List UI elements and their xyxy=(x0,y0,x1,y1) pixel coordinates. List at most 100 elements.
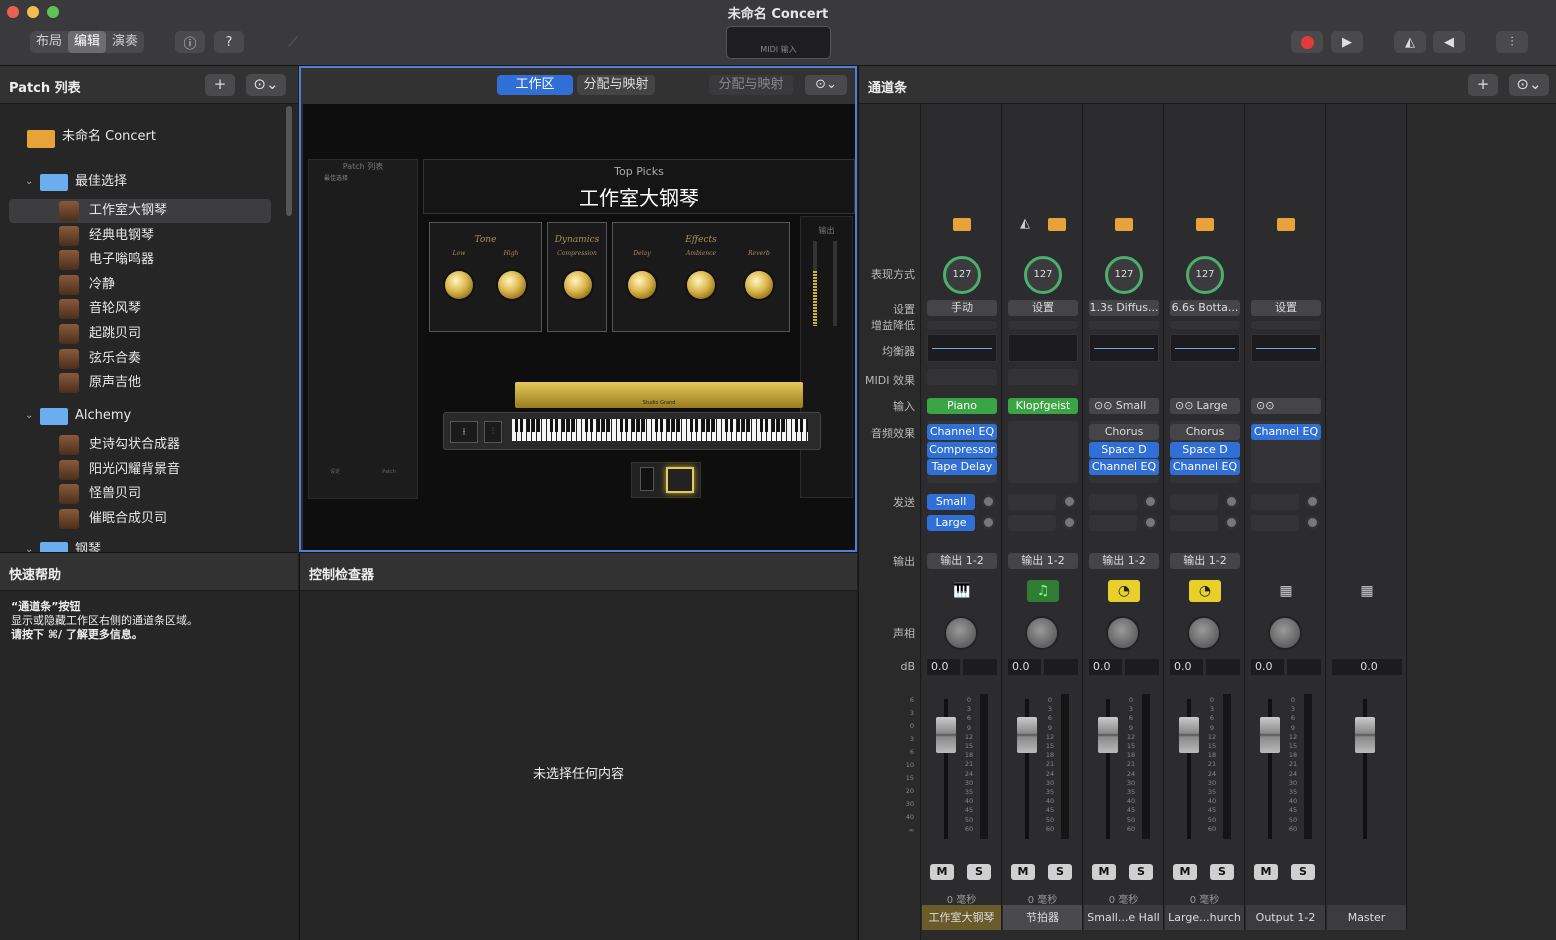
channel-name[interactable]: 节拍器 xyxy=(1003,905,1082,930)
audio-fx-slot[interactable]: Space D xyxy=(1089,441,1159,458)
send-level-knob[interactable] xyxy=(1306,516,1319,529)
mute-button[interactable]: M xyxy=(930,864,954,880)
input-slot[interactable]: Piano xyxy=(927,398,997,414)
volume-fader[interactable] xyxy=(1260,699,1280,839)
patch-item[interactable]: 起跳贝司 xyxy=(0,322,278,346)
folder-icon[interactable] xyxy=(1115,218,1133,231)
midi-fx-slot[interactable] xyxy=(927,369,997,385)
patch-item[interactable]: 怪兽贝司 xyxy=(0,482,278,506)
folder-icon[interactable] xyxy=(1048,218,1066,231)
channel-options-button[interactable]: ⊙⌄ xyxy=(1509,74,1549,96)
volume-db-readout[interactable]: 0.0 xyxy=(1251,659,1284,675)
high-knob[interactable] xyxy=(498,271,526,299)
send-slot[interactable] xyxy=(1008,494,1056,510)
track-icon[interactable]: ◔ xyxy=(1189,580,1221,602)
gain-knob[interactable]: 127 xyxy=(1105,256,1143,294)
audio-fx-slot[interactable]: Channel EQ xyxy=(927,424,997,440)
workspace-options-button[interactable]: ⊙⌄ xyxy=(805,75,847,95)
tab-workspace[interactable]: 工作区 xyxy=(497,75,573,95)
audio-fx-slot[interactable]: Space D xyxy=(1170,441,1240,458)
volume-fader[interactable] xyxy=(936,699,956,839)
audio-fx-slot[interactable]: Channel EQ xyxy=(1170,459,1240,475)
solo-button[interactable]: S xyxy=(1210,864,1234,880)
mode-perform[interactable]: 演奏 xyxy=(106,31,144,53)
mute-button[interactable]: M xyxy=(1011,864,1035,880)
patch-item[interactable]: 史诗勾状合成器 xyxy=(0,433,278,457)
output-slot[interactable]: 输出 1-2 xyxy=(1089,553,1159,569)
send-slot[interactable]: Large xyxy=(927,515,975,531)
patch-item[interactable]: 阳光闪耀背景音 xyxy=(0,458,278,482)
volume-fader[interactable] xyxy=(1355,699,1375,839)
volume-db-readout[interactable]: 0.0 xyxy=(927,659,960,675)
channel-name[interactable]: Small...e Hall xyxy=(1084,905,1163,930)
mode-edit[interactable]: 编辑 xyxy=(68,31,107,53)
pedal-unit[interactable] xyxy=(631,462,701,498)
volume-fader[interactable] xyxy=(1017,699,1037,839)
volume-db-readout[interactable]: 0.0 xyxy=(1008,659,1041,675)
send-slot[interactable] xyxy=(1089,515,1137,531)
solo-button[interactable]: S xyxy=(1129,864,1153,880)
concert-row[interactable]: 未命名 Concert xyxy=(24,125,278,149)
send-slot[interactable] xyxy=(1170,494,1218,510)
mute-button[interactable]: M xyxy=(1173,864,1197,880)
folder-icon[interactable] xyxy=(953,218,971,231)
send-slot[interactable] xyxy=(1251,515,1299,531)
send-slot[interactable] xyxy=(1251,494,1299,510)
add-patch-button[interactable]: + xyxy=(205,74,235,96)
ambience-knob[interactable] xyxy=(687,271,715,299)
patch-item[interactable]: 经典电钢琴 xyxy=(0,224,278,248)
send-level-knob[interactable] xyxy=(982,495,995,508)
midi-fx-slot[interactable] xyxy=(1008,369,1078,385)
pan-knob[interactable] xyxy=(1025,616,1059,650)
volume-fader[interactable] xyxy=(1098,699,1118,839)
folder-icon[interactable] xyxy=(1277,218,1295,231)
pan-knob[interactable] xyxy=(1106,616,1140,650)
send-level-knob[interactable] xyxy=(1225,495,1238,508)
input-slot[interactable]: ⊙⊙ Large xyxy=(1170,398,1240,414)
patch-item[interactable]: 工作室大钢琴 xyxy=(9,199,271,223)
reverb-knob[interactable] xyxy=(745,271,773,299)
help-button[interactable]: ? xyxy=(214,31,244,53)
track-icon[interactable]: ◔ xyxy=(1108,580,1140,602)
send-level-knob[interactable] xyxy=(1144,516,1157,529)
output-slot[interactable]: 输出 1-2 xyxy=(1170,553,1240,569)
mode-segmented-control[interactable]: 布局 编辑 演奏 xyxy=(30,31,145,53)
solo-button[interactable]: S xyxy=(967,864,991,880)
send-level-knob[interactable] xyxy=(1144,495,1157,508)
audio-fx-slot[interactable]: Chorus xyxy=(1089,424,1159,440)
patch-list-scrollbar[interactable] xyxy=(286,106,292,216)
group-row-alchemy[interactable]: ⌄ Alchemy xyxy=(0,404,278,428)
track-icon[interactable]: 🎹 xyxy=(946,580,978,602)
track-icon[interactable]: ▦ xyxy=(1351,580,1383,602)
patch-item[interactable]: 弦乐合奏 xyxy=(0,347,278,371)
metronome-icon[interactable]: ◭ xyxy=(1020,216,1030,231)
setting-button[interactable]: 设置 xyxy=(1251,300,1321,316)
volume-fader[interactable] xyxy=(1179,699,1199,839)
audio-fx-slot[interactable]: Tape Delay xyxy=(927,459,997,475)
solo-button[interactable]: S xyxy=(1048,864,1072,880)
patch-item[interactable]: 音轮风琴 xyxy=(0,297,278,321)
group-row-top-picks[interactable]: ⌄ 最佳选择 xyxy=(0,170,278,194)
pitch-wheel[interactable]: ⫲ xyxy=(450,421,478,443)
send-level-knob[interactable] xyxy=(1225,516,1238,529)
pan-knob[interactable] xyxy=(1187,616,1221,650)
gain-knob[interactable]: 127 xyxy=(943,256,981,294)
patch-item[interactable]: 电子嗡鸣器 xyxy=(0,248,278,272)
audio-fx-slot[interactable]: Channel EQ xyxy=(1089,459,1159,475)
send-slot[interactable] xyxy=(1008,515,1056,531)
solo-button[interactable]: S xyxy=(1291,864,1315,880)
eq-display[interactable] xyxy=(927,334,997,362)
input-slot[interactable]: Klopfgeist xyxy=(1008,398,1078,414)
send-slot[interactable]: Small xyxy=(927,494,975,510)
send-level-knob[interactable] xyxy=(1063,495,1076,508)
gain-knob[interactable]: 127 xyxy=(1024,256,1062,294)
tuner-button[interactable]: ⟋ xyxy=(279,31,307,53)
eq-display[interactable] xyxy=(1008,334,1078,362)
folder-icon[interactable] xyxy=(1196,218,1214,231)
assignments-button[interactable]: 分配与映射 xyxy=(709,75,793,95)
mixer-button[interactable]: ⫶ xyxy=(1496,31,1528,53)
pan-knob[interactable] xyxy=(1268,616,1302,650)
send-level-knob[interactable] xyxy=(1063,516,1076,529)
patch-item[interactable]: 原声吉他 xyxy=(0,371,278,395)
patch-list-options-button[interactable]: ⊙⌄ xyxy=(246,74,286,96)
